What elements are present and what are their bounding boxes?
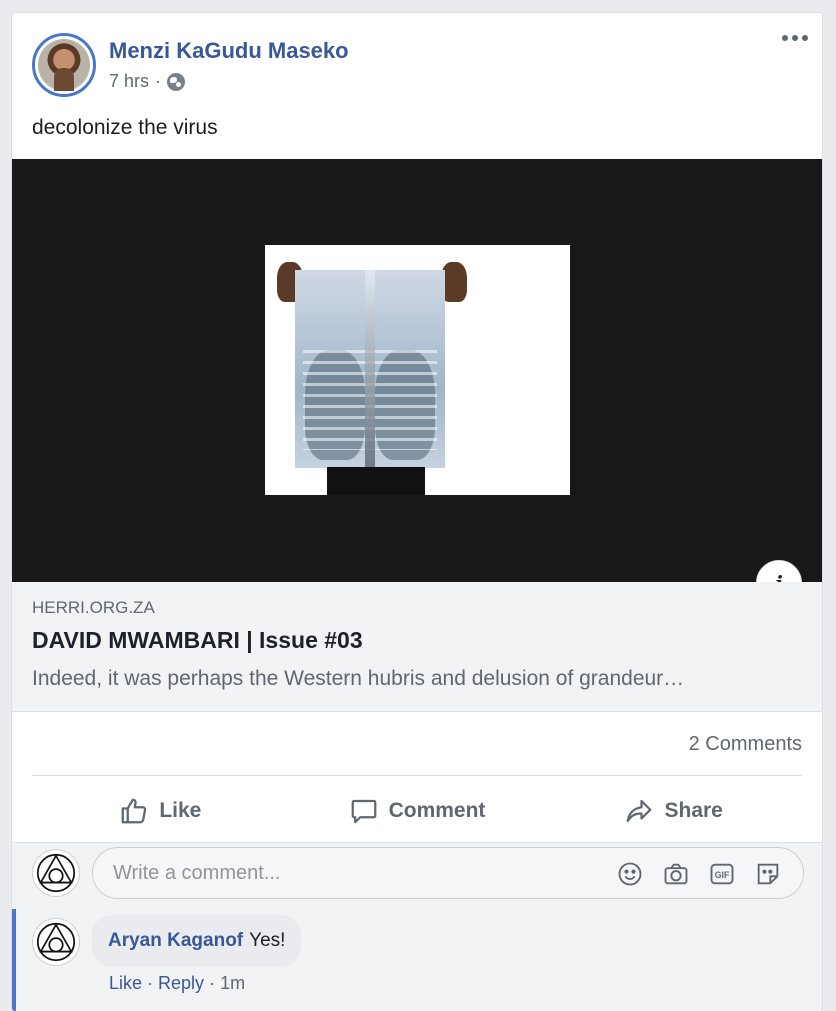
comment-sep: ·: [209, 973, 216, 993]
camera-icon[interactable]: [661, 859, 691, 889]
action-bar: Like Comment Share: [32, 781, 802, 841]
like-label: Like: [159, 799, 202, 822]
comment-time[interactable]: 1m: [220, 973, 245, 994]
comment-text: Yes!: [249, 930, 286, 951]
author-name[interactable]: Menzi KaGudu Maseko: [109, 38, 349, 64]
post-time[interactable]: 7 hrs: [109, 71, 149, 92]
comment-count[interactable]: 2 Comments: [689, 733, 802, 756]
divider: [32, 775, 802, 776]
link-description: Indeed, it was perhaps the Western hubri…: [32, 667, 685, 690]
xray-image: [265, 245, 570, 495]
commenter-avatar[interactable]: [32, 918, 80, 966]
comment-sep: ·: [147, 973, 154, 993]
comment-composer: GIF: [92, 847, 804, 899]
gif-icon[interactable]: GIF: [707, 859, 737, 889]
commenter-name[interactable]: Aryan Kaganof: [108, 930, 243, 952]
post-meta: 7 hrs ·: [109, 71, 186, 92]
comment-icon: [351, 799, 376, 824]
thumbs-up-icon: [121, 798, 147, 824]
reply-indicator: [12, 909, 16, 1011]
globe-icon[interactable]: [167, 72, 186, 91]
comment-actions: Like · Reply · 1m: [109, 973, 245, 994]
comment-reply-link[interactable]: Reply: [158, 973, 204, 994]
comment-button[interactable]: Comment: [289, 781, 546, 841]
share-icon: [627, 799, 652, 823]
link-preview[interactable]: HERRI.ORG.ZA DAVID MWAMBARI | Issue #03 …: [12, 582, 822, 712]
sticker-icon[interactable]: [753, 859, 783, 889]
meta-separator: ·: [155, 71, 162, 91]
comment-input[interactable]: [113, 848, 593, 898]
emoji-icon[interactable]: [615, 859, 645, 889]
current-user-avatar[interactable]: [32, 849, 80, 897]
comment-label: Comment: [388, 799, 486, 822]
feed-post: Menzi KaGudu Maseko 7 hrs · decolonize t…: [11, 12, 823, 1011]
link-domain: HERRI.ORG.ZA: [32, 598, 155, 617]
author-avatar[interactable]: [32, 33, 96, 97]
share-button[interactable]: Share: [545, 781, 802, 841]
more-options-icon[interactable]: [782, 35, 808, 41]
comment-bubble: Aryan Kaganof Yes!: [92, 915, 302, 967]
link-image[interactable]: [12, 159, 822, 582]
post-message: decolonize the virus: [32, 116, 218, 139]
share-label: Share: [664, 799, 723, 822]
link-title: DAVID MWAMBARI | Issue #03: [32, 627, 363, 653]
svg-text:GIF: GIF: [715, 870, 730, 880]
comment-like-link[interactable]: Like: [109, 973, 142, 994]
like-button[interactable]: Like: [32, 781, 289, 841]
